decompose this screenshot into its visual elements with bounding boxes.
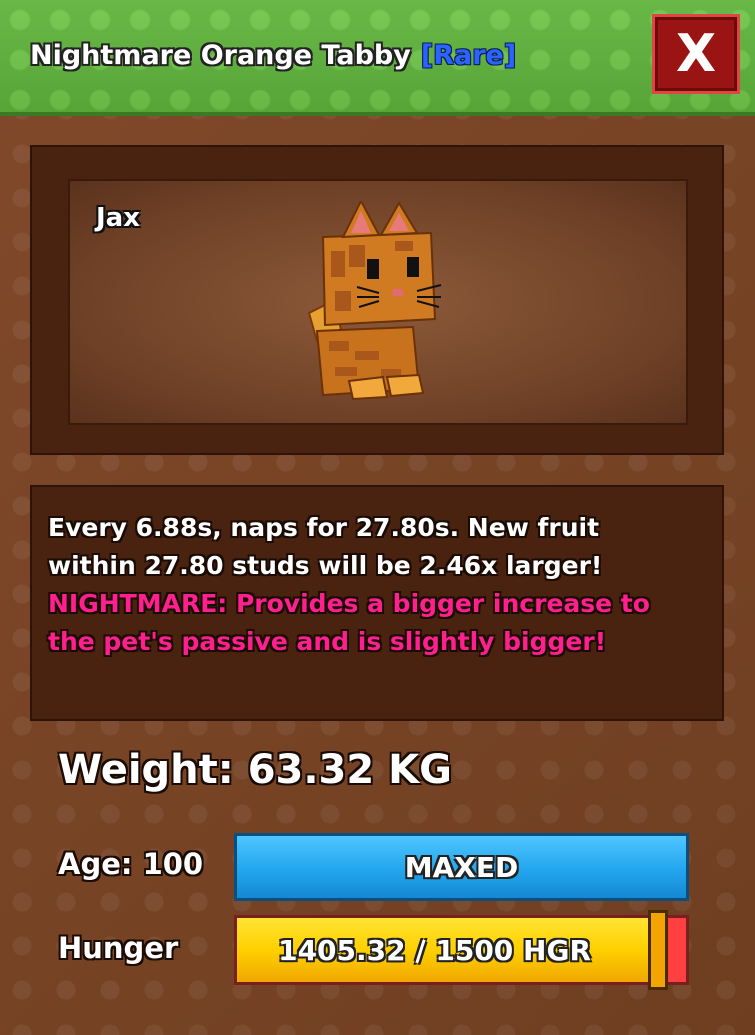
pet-preview-frame: Jax — [30, 145, 724, 455]
hunger-bar-text: 1405.32 / 1500 HGR — [278, 933, 592, 967]
hunger-label: Hunger — [58, 931, 179, 965]
ability-description: Every 6.88s, naps for 27.80s. New fruit … — [30, 485, 724, 721]
mutation-text-line: the pet's passive and is slightly bigger… — [48, 627, 607, 656]
hunger-bar: 1405.32 / 1500 HGR — [234, 910, 689, 990]
ability-text-line: Every 6.88s, naps for 27.80s. New fruit — [48, 513, 600, 542]
age-bar-text: MAXED — [404, 850, 519, 884]
age-label: Age: 100 — [58, 847, 204, 881]
mutation-text-line: NIGHTMARE: Provides a bigger increase to — [48, 589, 650, 618]
orange-tabby-cat-model — [307, 201, 442, 401]
hunger-bar-handle — [647, 910, 668, 990]
weight-text: Weight: 63.32 KG — [58, 747, 452, 793]
pet-title: Nightmare Orange Tabby — [30, 40, 411, 71]
ability-text-line: within 27.80 studs will be 2.46x larger! — [48, 551, 603, 580]
close-icon: X — [675, 24, 717, 84]
close-button[interactable]: X — [652, 14, 740, 94]
pet-title-row: Nightmare Orange Tabby [Rare] — [30, 40, 516, 71]
pet-nickname: Jax — [96, 203, 140, 233]
age-progress-bar: MAXED — [234, 833, 689, 901]
rarity-badge: [Rare] — [420, 40, 517, 71]
title-bar: Nightmare Orange Tabby [Rare] X — [0, 0, 755, 116]
pet-stats: Weight: 63.32 KG Age: 100 MAXED Hunger 1… — [30, 735, 724, 1000]
pet-preview-viewport: Jax — [68, 179, 688, 425]
